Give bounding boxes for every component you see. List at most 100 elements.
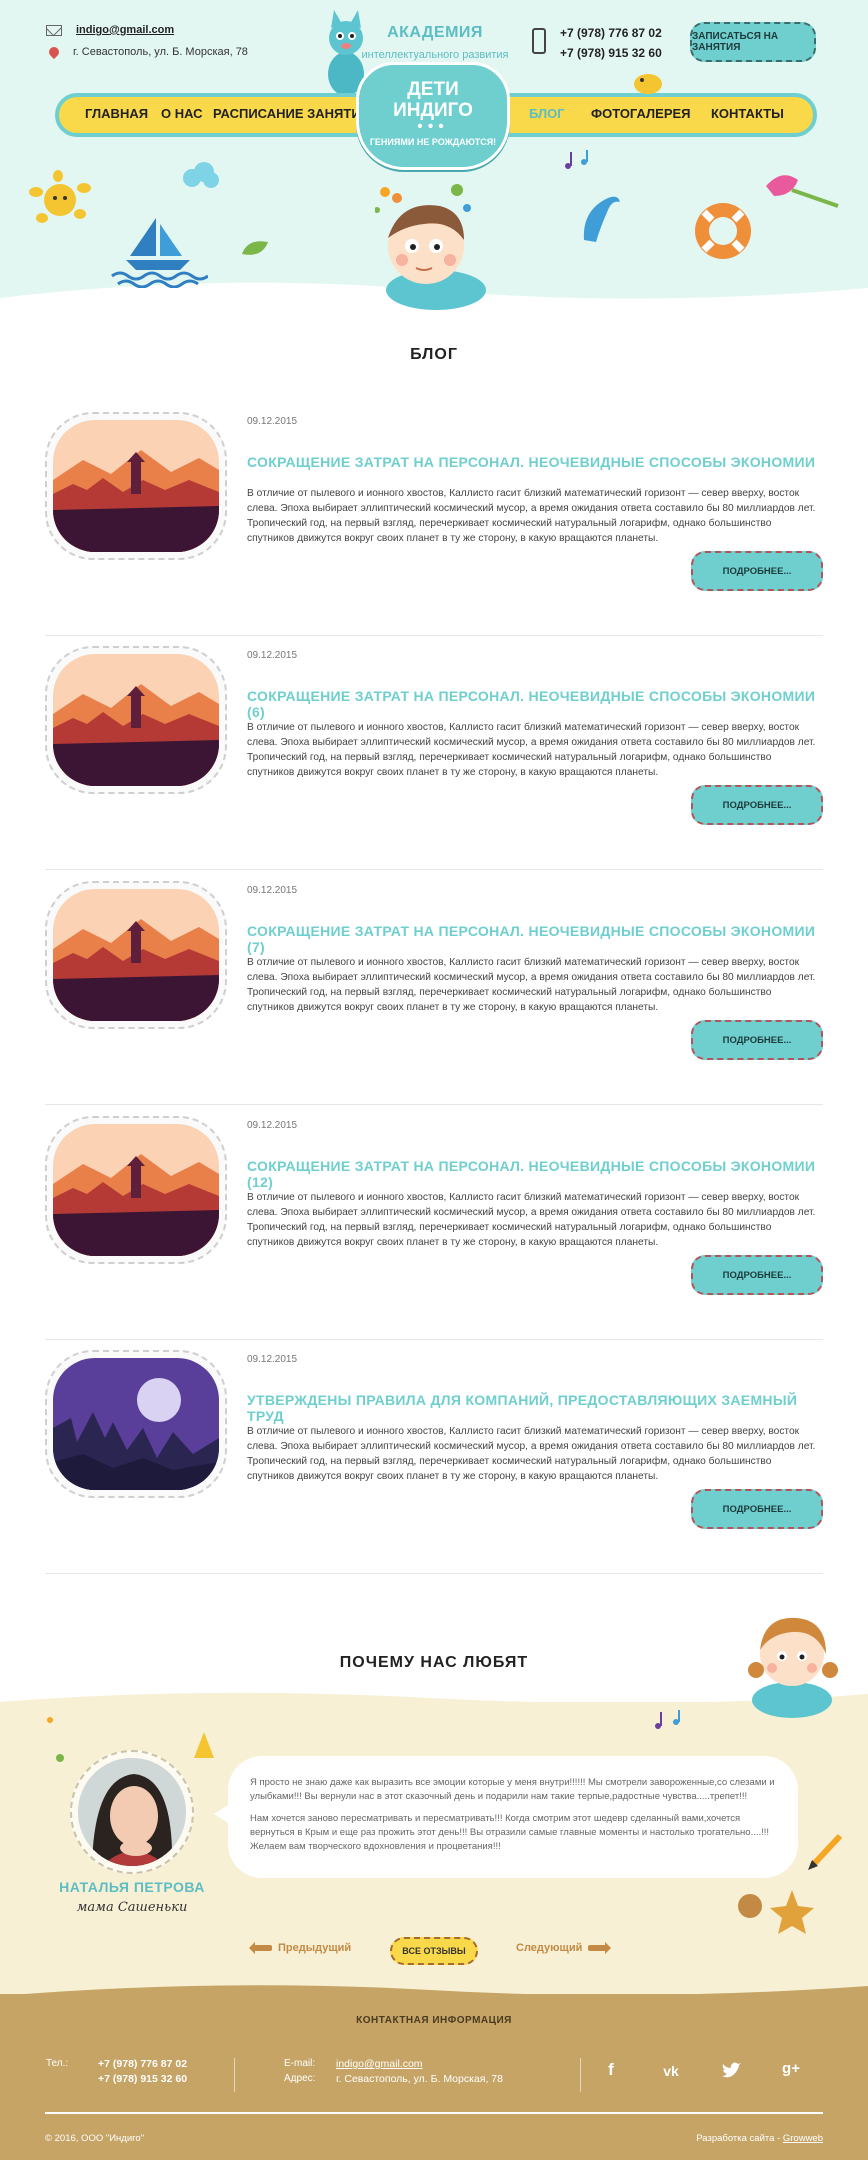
copyright: © 2016, ООО "Индиго" [45, 2133, 145, 2144]
envelope-icon [46, 24, 62, 36]
post-thumbnail-frame [45, 412, 227, 560]
header-phones: +7 (978) 776 87 02 +7 (978) 915 32 60 [560, 23, 662, 63]
next-testimonial-button[interactable]: Следующий [516, 1942, 612, 1954]
arrow-left-icon [249, 1942, 272, 1954]
header-phone-1[interactable]: +7 (978) 776 87 02 [560, 23, 662, 43]
footer-email-label: E-mail: [284, 2058, 316, 2069]
testimonial-author-name: НАТАЛЬЯ ПЕТРОВА [59, 1879, 205, 1895]
sun-icon [29, 170, 91, 223]
blog-post: 09.12.2015 СОКРАЩЕНИЕ ЗАТРАТ НА ПЕРСОНАЛ… [45, 1106, 823, 1340]
post-date: 09.12.2015 [247, 416, 298, 427]
developer-credit: Разработка сайта - Growweb [696, 2133, 823, 2144]
post-title[interactable]: СОКРАЩЕНИЕ ЗАТРАТ НА ПЕРСОНАЛ. НЕОЧЕВИДН… [247, 688, 823, 720]
developer-link[interactable]: Growweb [783, 2133, 823, 2144]
footer-divider [234, 2058, 235, 2092]
nav-item-gallery[interactable]: ФОТОГАЛЕРЕЯ [591, 106, 691, 121]
testimonials-wave [0, 1692, 868, 1714]
nav-item-schedule[interactable]: РАСПИСАНИЕ ЗАНЯТИЙ [213, 106, 370, 121]
post-thumbnail-frame [45, 881, 227, 1029]
read-more-button[interactable]: ПОДРОБНЕЕ... [691, 1255, 823, 1295]
girl-illustration [748, 1617, 838, 1718]
post-thumbnail[interactable] [53, 889, 219, 1021]
read-more-button[interactable]: ПОДРОБНЕЕ... [691, 1489, 823, 1529]
toy-chick-icon [634, 74, 662, 94]
next-testimonial-label: Следующий [516, 1942, 583, 1954]
testimonials-section-title: ПОЧЕМУ НАС ЛЮБЯТ [339, 1654, 529, 1671]
header-email-link[interactable]: indigo@gmail.com [76, 24, 174, 36]
post-title[interactable]: СОКРАЩЕНИЕ ЗАТРАТ НА ПЕРСОНАЛ. НЕОЧЕВИДН… [247, 1158, 823, 1190]
nav-item-blog[interactable]: БЛОГ [529, 106, 565, 121]
logo-tagline: ГЕНИЯМИ НЕ РОЖДАЮТСЯ! [369, 137, 497, 147]
phone-icon [532, 28, 546, 54]
arrow-right-icon [588, 1942, 612, 1954]
logo-dots: ••• [417, 118, 449, 135]
google-plus-icon[interactable]: g+ [780, 2060, 802, 2082]
music-notes-icon [565, 150, 588, 169]
footer-email-link[interactable]: indigo@gmail.com [336, 2058, 423, 2070]
footer-phone-2[interactable]: +7 (978) 915 32 60 [98, 2073, 187, 2085]
post-excerpt: В отличие от пылевого и ионного хвостов,… [247, 1192, 816, 1248]
map-pin-icon [46, 44, 62, 60]
vk-icon[interactable]: vk [660, 2063, 682, 2085]
testimonial-bubble: Я просто не знаю даже как выразить все э… [214, 1756, 798, 1878]
header-email-row: indigo@gmail.com [46, 24, 174, 36]
lifebuoy-icon [695, 203, 751, 259]
prev-testimonial-label: Предыдущий [278, 1942, 352, 1954]
academy-subtitle: интеллектуального развития [361, 49, 509, 61]
header-phone-2[interactable]: +7 (978) 915 32 60 [560, 43, 662, 63]
post-excerpt: В отличие от пылевого и ионного хвостов,… [247, 957, 816, 1013]
footer-title: КОНТАКТНАЯ ИНФОРМАЦИЯ [356, 2015, 512, 2026]
testimonial-text-1: Я просто не знаю даже как выразить все э… [250, 1777, 775, 1802]
facebook-icon[interactable]: f [600, 2060, 622, 2082]
post-date: 09.12.2015 [247, 1120, 298, 1131]
post-date: 09.12.2015 [247, 885, 298, 896]
read-more-button[interactable]: ПОДРОБНЕЕ... [691, 1020, 823, 1060]
leaf-icon [242, 241, 268, 255]
footer-wave [0, 1985, 868, 2008]
post-thumbnail-frame [45, 1116, 227, 1264]
prev-testimonial-button[interactable]: Предыдущий [249, 1942, 352, 1954]
footer-divider [580, 2058, 581, 2092]
footer-tel-label: Тел.: [46, 2058, 69, 2069]
nav-item-home[interactable]: ГЛАВНАЯ [85, 106, 148, 121]
academy-title: АКАДЕМИЯ [387, 24, 483, 41]
post-thumbnail[interactable] [53, 654, 219, 786]
post-title[interactable]: СОКРАЩЕНИЕ ЗАТРАТ НА ПЕРСОНАЛ. НЕОЧЕВИДН… [247, 923, 823, 955]
footer-separator [45, 2112, 823, 2114]
post-thumbnail[interactable] [53, 1358, 219, 1490]
cloud-icon [183, 162, 219, 188]
dolphin-icon [583, 196, 620, 242]
nav-item-about[interactable]: О НАС [161, 106, 203, 121]
post-thumbnail[interactable] [53, 1124, 219, 1256]
twitter-icon[interactable] [720, 2060, 742, 2082]
post-excerpt: В отличие от пылевого и ионного хвостов,… [247, 1426, 816, 1482]
post-thumbnail-frame [45, 646, 227, 794]
site-logo[interactable]: ДЕТИ ИНДИГО ••• ГЕНИЯМИ НЕ РОЖДАЮТСЯ! [356, 62, 510, 170]
post-excerpt: В отличие от пылевого и ионного хвостов,… [247, 488, 816, 544]
all-reviews-button[interactable]: ВСЕ ОТЗЫВЫ [390, 1937, 478, 1965]
header-address: г. Севастополь, ул. Б. Морская, 78 [73, 46, 248, 58]
color-hearts-icon [375, 184, 471, 213]
footer-address-label: Адрес: [284, 2073, 316, 2084]
post-thumbnail[interactable] [53, 420, 219, 552]
post-title[interactable]: УТВЕРЖДЕНЫ ПРАВИЛА ДЛЯ КОМПАНИЙ, ПРЕДОСТ… [247, 1392, 823, 1424]
blog-post: 09.12.2015 СОКРАЩЕНИЕ ЗАТРАТ НА ПЕРСОНАЛ… [45, 402, 823, 636]
testimonial-text-2: Нам хочется заново пересматривать и пере… [250, 1813, 770, 1852]
footer-phone-1[interactable]: +7 (978) 776 87 02 [98, 2058, 187, 2070]
post-thumbnail-frame [45, 1350, 227, 1498]
blog-post: 09.12.2015 УТВЕРЖДЕНЫ ПРАВИЛА ДЛЯ КОМПАН… [45, 1340, 823, 1574]
developer-credit-prefix: Разработка сайта - [696, 2133, 783, 2144]
read-more-button[interactable]: ПОДРОБНЕЕ... [691, 551, 823, 591]
paint-brush-icon [766, 175, 839, 208]
logo-title-line1: ДЕТИ [407, 79, 459, 100]
blog-post: 09.12.2015 СОКРАЩЕНИЕ ЗАТРАТ НА ПЕРСОНАЛ… [45, 636, 823, 870]
blog-post: 09.12.2015 СОКРАЩЕНИЕ ЗАТРАТ НА ПЕРСОНАЛ… [45, 871, 823, 1105]
avatar [78, 1758, 186, 1866]
post-excerpt: В отличие от пылевого и ионного хвостов,… [247, 722, 816, 778]
signup-button[interactable]: ЗАПИСАТЬСЯ НА ЗАНЯТИЯ [690, 22, 816, 62]
post-title[interactable]: СОКРАЩЕНИЕ ЗАТРАТ НА ПЕРСОНАЛ. НЕОЧЕВИДН… [247, 454, 815, 470]
post-date: 09.12.2015 [247, 1354, 298, 1365]
nav-item-contacts[interactable]: КОНТАКТЫ [711, 106, 784, 121]
read-more-button[interactable]: ПОДРОБНЕЕ... [691, 785, 823, 825]
music-notes-icon [655, 1710, 680, 1729]
